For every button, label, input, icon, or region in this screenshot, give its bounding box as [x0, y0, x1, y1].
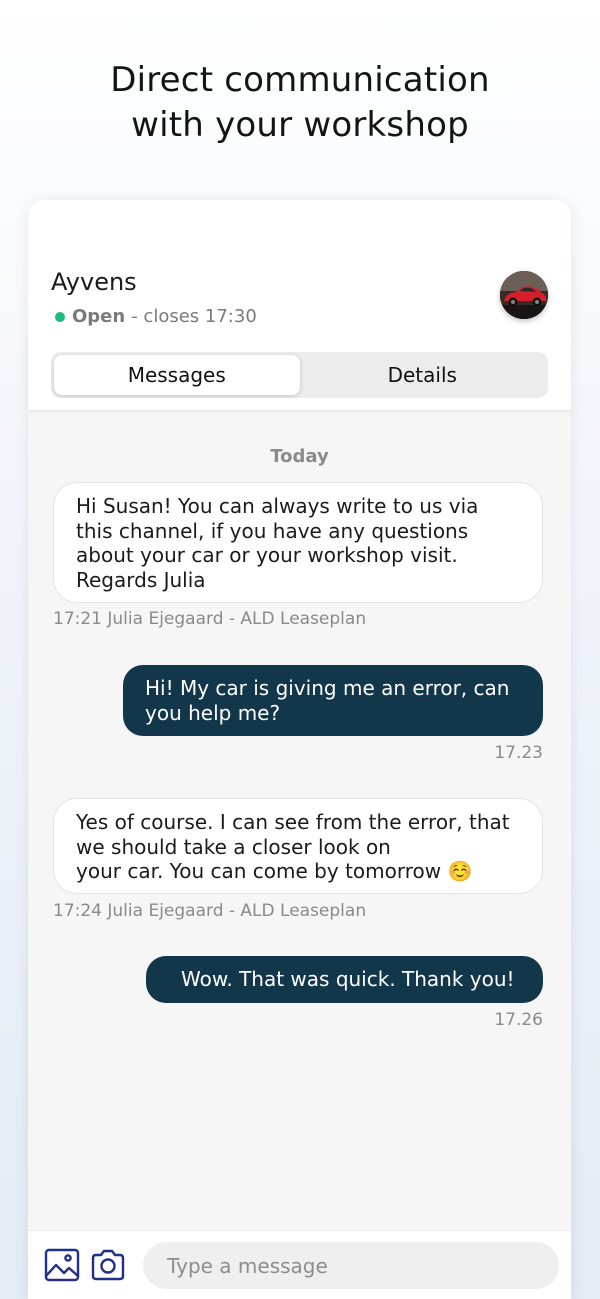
message-line: Hi Susan! You can always write to us via — [76, 494, 479, 518]
message-composer — [28, 1230, 571, 1299]
hero-line-2: with your workshop — [131, 105, 469, 145]
message-line: we should take a closer look on — [76, 834, 391, 859]
message-line: this channel, if you have any questions — [76, 518, 469, 543]
status-dot-icon — [55, 311, 65, 322]
chat-tabs: Messages Details — [51, 352, 548, 398]
image-icon[interactable] — [44, 1247, 80, 1283]
message-bubble-outgoing: Hi! My car is giving me an error, can yo… — [123, 665, 543, 736]
tab-details[interactable]: Details — [300, 355, 546, 395]
workshop-avatar[interactable] — [500, 271, 548, 319]
closing-time: - closes 17:30 — [131, 306, 257, 327]
message-bubble-outgoing: Wow. That was quick. Thank you! — [146, 956, 543, 1003]
message-input[interactable] — [143, 1242, 559, 1289]
message-bubble-incoming: Hi Susan! You can always write to us via… — [53, 482, 543, 603]
hero-line-1: Direct communication — [110, 60, 490, 100]
message-line: Wow. That was quick. Thank you! — [181, 967, 515, 991]
opening-status: Open - closes 17:30 — [55, 306, 257, 327]
chat-card: Ayvens Open - closes 17:30 Messages Deta… — [28, 200, 571, 1299]
message-line: Regards Julia — [76, 567, 206, 592]
chat-header: Ayvens Open - closes 17:30 Messages Deta… — [28, 200, 571, 410]
hero-heading: Direct communication with your workshop — [0, 58, 600, 148]
message-bubble-incoming: Yes of course. I can see from the error,… — [53, 798, 543, 894]
message-line: Yes of course. I can see from the error,… — [76, 810, 510, 834]
day-separator: Today — [270, 446, 329, 467]
message-line: about your car or your workshop visit. — [76, 543, 458, 567]
message-meta: 17.23 — [494, 743, 543, 763]
message-line: you help me? — [145, 700, 281, 725]
message-meta: 17:24 Julia Ejegaard - ALD Leaseplan — [53, 901, 367, 921]
message-meta: 17:21 Julia Ejegaard - ALD Leaseplan — [53, 609, 367, 629]
tab-messages[interactable]: Messages — [54, 355, 300, 395]
workshop-name: Ayvens — [51, 268, 137, 296]
message-line: Hi! My car is giving me an error, can — [145, 676, 510, 700]
camera-icon[interactable] — [90, 1247, 126, 1283]
car-photo-icon — [500, 271, 548, 319]
message-line: your car. You can come by tomorrow ☺️ — [76, 859, 473, 883]
message-meta: 17.26 — [494, 1010, 543, 1030]
status-label: Open — [72, 306, 126, 327]
